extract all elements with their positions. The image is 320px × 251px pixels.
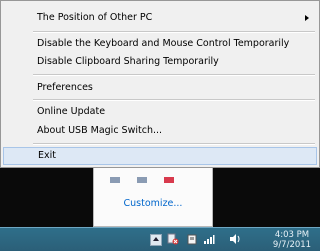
- pc-switch-icon[interactable]: [186, 233, 198, 245]
- app-icon[interactable]: [110, 177, 120, 183]
- submenu-arrow-icon: [305, 15, 309, 21]
- menu-item-label: Disable the Keyboard and Mouse Control T…: [37, 38, 290, 49]
- menu-item-disable-keyboard-mouse[interactable]: Disable the Keyboard and Mouse Control T…: [3, 34, 317, 54]
- menu-separator: [33, 31, 315, 33]
- show-hidden-icons-button[interactable]: [150, 234, 162, 246]
- menu-item-preferences[interactable]: Preferences: [3, 78, 317, 98]
- menu-separator: [33, 99, 315, 101]
- menu-separator: [33, 74, 315, 76]
- menu-item-label: Preferences: [37, 82, 93, 93]
- menu-item-disable-clipboard-sharing[interactable]: Disable Clipboard Sharing Temporarily: [3, 52, 317, 72]
- menu-item-position-of-other-pc[interactable]: The Position of Other PC: [3, 8, 317, 28]
- app-icon[interactable]: [164, 177, 175, 183]
- customize-link[interactable]: Customize...: [94, 198, 212, 209]
- usb-error-icon[interactable]: [167, 233, 179, 245]
- menu-item-exit[interactable]: Exit: [3, 147, 317, 165]
- menu-item-label: The Position of Other PC: [37, 12, 153, 23]
- menu-item-label: About USB Magic Switch...: [37, 125, 163, 136]
- menu-separator: [33, 143, 315, 145]
- menu-item-label: Disable Clipboard Sharing Temporarily: [37, 56, 219, 67]
- taskbar: 4:03 PM 9/7/2011: [0, 227, 320, 251]
- menu-item-label: Online Update: [37, 106, 106, 117]
- menu-item-about[interactable]: About USB Magic Switch...: [3, 121, 317, 141]
- menu-item-online-update[interactable]: Online Update: [3, 102, 317, 122]
- system-clock[interactable]: 4:03 PM 9/7/2011: [268, 230, 316, 250]
- clock-date: 9/7/2011: [272, 240, 312, 250]
- context-menu: The Position of Other PC Disable the Key…: [0, 0, 320, 168]
- overflow-icons: [110, 168, 186, 183]
- network-icon[interactable]: [203, 233, 215, 245]
- app-icon[interactable]: [137, 177, 148, 183]
- notification-area-overflow-panel: Customize...: [93, 168, 213, 227]
- clock-time: 4:03 PM: [274, 230, 310, 240]
- menu-item-label: Exit: [38, 150, 56, 161]
- volume-icon[interactable]: [229, 233, 241, 245]
